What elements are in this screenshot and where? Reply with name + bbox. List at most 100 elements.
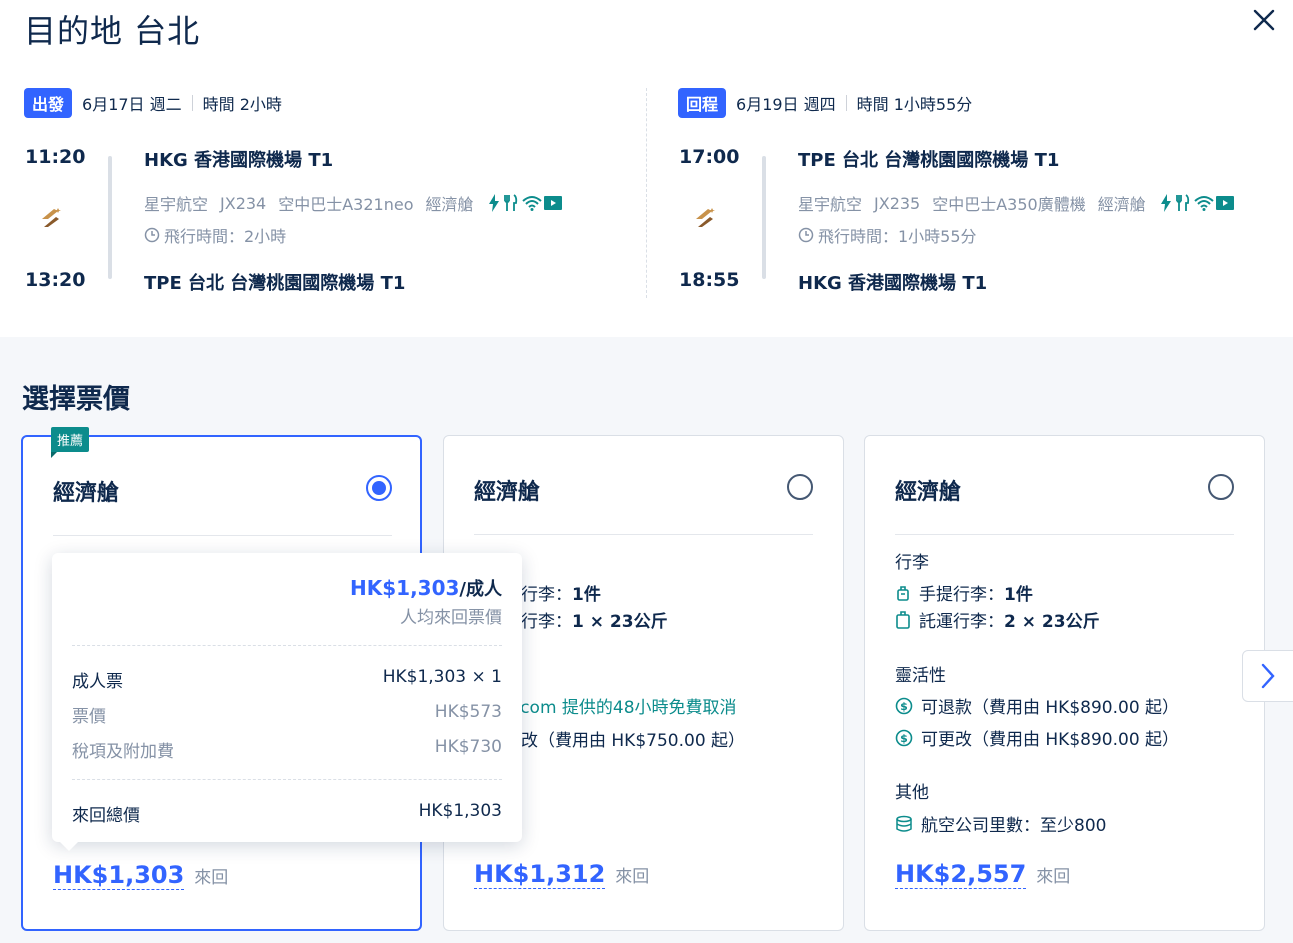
- checked-bag-value: 2 × 23公斤: [1004, 612, 1100, 632]
- return-duration: 時間 1小時55分: [856, 95, 973, 114]
- flight-info: 星宇航空 JX235 空中巴士A350廣體機 經濟艙: [798, 191, 1246, 215]
- flight-time-text: 飛行時間：2小時: [164, 227, 287, 246]
- fare-card-title: 經濟艙: [895, 480, 962, 505]
- divider: [72, 645, 502, 646]
- fares-title: 選擇票價: [22, 384, 130, 415]
- airline-logo-icon: [696, 208, 715, 227]
- miles-text: 航空公司里數：至少800: [921, 816, 1107, 836]
- amenities: [1160, 194, 1234, 212]
- carry-on-label: 手提行李：: [919, 585, 1004, 605]
- tooltip-price-unit: /成人: [459, 579, 502, 600]
- fare-price-value[interactable]: HK$1,312: [474, 860, 606, 889]
- next-fares-button[interactable]: [1242, 650, 1293, 702]
- fare-price-unit: 來回: [194, 868, 229, 888]
- leg-header: 回程 6月19日 週四 時間 1小時55分: [678, 88, 1278, 118]
- outbound-leg: 出發 6月17日 週二 時間 2小時 11:20 HKG 香港國際機場 T1 星…: [24, 88, 624, 303]
- fare-price-value[interactable]: HK$2,557: [895, 860, 1027, 889]
- fare-price[interactable]: HK$2,557 來回: [895, 860, 1070, 889]
- tooltip-price-value: HK$1,303: [350, 576, 460, 600]
- svg-text:$: $: [900, 732, 908, 745]
- departure-time: 17:00: [679, 146, 740, 168]
- divider: [72, 779, 502, 780]
- divider: [53, 535, 392, 536]
- fare-radio[interactable]: [1208, 474, 1234, 500]
- tooltip-note: 人均來回票價: [400, 608, 502, 628]
- fare-price-unit: 來回: [615, 867, 650, 887]
- fare-price-unit: 來回: [1036, 867, 1071, 887]
- total-label: 來回總價: [72, 806, 140, 826]
- return-tag: 回程: [678, 88, 727, 118]
- fare-price[interactable]: HK$1,312 來回: [474, 860, 649, 889]
- fare-radio-selected[interactable]: [366, 475, 392, 501]
- departure-airport: HKG 香港國際機場 T1: [144, 150, 334, 171]
- page-title: 目的地 台北: [24, 12, 201, 50]
- flight-info: 星宇航空 JX234 空中巴士A321neo 經濟艙: [144, 191, 574, 215]
- refund-row: $ 可退款（費用由 HK$890.00 起）: [895, 693, 1179, 718]
- checked-bag-row: 運行李： 1 × 23公斤: [504, 607, 668, 632]
- carry-on-value: 1件: [572, 585, 601, 605]
- fare-radio[interactable]: [787, 474, 813, 500]
- cabin-class: 經濟艙: [1097, 195, 1146, 214]
- change-text: 更改（費用由 HK$750.00 起）: [504, 731, 746, 751]
- fare-row: 票價 HK$573: [72, 702, 502, 727]
- adult-ticket-value: HK$1,303 × 1: [382, 667, 502, 687]
- arrival-airport: HKG 香港國際機場 T1: [798, 273, 988, 294]
- fare-card-title: 經濟艙: [53, 481, 120, 506]
- miles-row: 航空公司里數：至少800: [895, 811, 1106, 836]
- change-row: $ 可更改（費用由 HK$890.00 起）: [895, 725, 1179, 750]
- carry-on-bag-icon: [897, 585, 909, 601]
- change-text: 可更改（費用由 HK$890.00 起）: [921, 730, 1180, 750]
- airline-logo-icon: [42, 208, 61, 227]
- airline-name: 星宇航空: [144, 195, 209, 214]
- recommended-badge: 推薦: [51, 427, 90, 458]
- flight-number: JX234: [220, 193, 267, 213]
- flight-time: 飛行時間：2小時: [144, 223, 286, 247]
- clock-icon: [144, 227, 160, 243]
- fare-price-value[interactable]: HK$1,303: [53, 861, 185, 890]
- timeline-bar: [762, 156, 766, 279]
- fare-price[interactable]: HK$1,303 來回: [53, 861, 228, 890]
- meal-icon: [503, 194, 517, 211]
- wifi-icon: [521, 196, 542, 211]
- fare-value: HK$573: [434, 702, 502, 722]
- separator: [191, 95, 193, 111]
- wifi-icon: [1194, 196, 1214, 211]
- airline-name: 星宇航空: [798, 195, 863, 214]
- adult-ticket-row: 成人票 HK$1,303 × 1: [72, 667, 502, 692]
- total-row: 來回總價 HK$1,303: [72, 801, 502, 826]
- chevron-right-icon: [1261, 663, 1275, 689]
- free-cancel-text: p.com 提供的48小時免費取消: [504, 698, 737, 718]
- outbound-date: 6月17日 週二: [82, 95, 182, 114]
- return-date: 6月19日 週四: [736, 95, 836, 114]
- meal-icon: [1175, 194, 1189, 211]
- dollar-icon: $: [895, 729, 913, 746]
- change-row: 更改（費用由 HK$750.00 起）: [504, 726, 745, 751]
- fare-label: 票價: [72, 707, 106, 727]
- price-breakdown-tooltip: HK$1,303/成人 人均來回票價 成人票 HK$1,303 × 1 票價 H…: [52, 553, 522, 851]
- flex-heading: 靈活性: [895, 666, 946, 686]
- departure-airport: TPE 台北 台灣桃園國際機場 T1: [798, 150, 1060, 171]
- tax-label: 稅項及附加費: [72, 742, 174, 762]
- timeline-bar: [108, 156, 112, 279]
- carry-on-value: 1件: [1004, 585, 1033, 605]
- checked-bag-row: 託運行李： 2 × 23公斤: [895, 607, 1100, 632]
- arrival-airport: TPE 台北 台灣桃園國際機場 T1: [144, 273, 406, 294]
- carry-on-row: 手提行李： 1件: [895, 580, 1033, 605]
- leg-divider: [646, 88, 647, 298]
- adult-ticket-label: 成人票: [72, 672, 123, 692]
- svg-text:$: $: [900, 700, 908, 713]
- close-icon[interactable]: [1248, 4, 1280, 36]
- arrival-time: 13:20: [25, 269, 86, 291]
- checked-bag-value: 1 × 23公斤: [572, 612, 668, 632]
- checked-bag-label: 託運行李：: [919, 612, 1004, 632]
- fare-card-title: 經濟艙: [474, 480, 541, 505]
- baggage-heading: 行李: [895, 553, 929, 573]
- power-icon: [1160, 194, 1171, 212]
- flight-time-text: 飛行時間：1小時55分: [818, 227, 977, 246]
- aircraft-type: 空中巴士A350廣體機: [932, 195, 1086, 214]
- tax-row: 稅項及附加費 HK$730: [72, 737, 502, 762]
- return-leg: 回程 6月19日 週四 時間 1小時55分 17:00 TPE 台北 台灣桃園國…: [678, 88, 1278, 303]
- leg-header: 出發 6月17日 週二 時間 2小時: [24, 88, 624, 118]
- outbound-duration: 時間 2小時: [202, 95, 282, 114]
- fare-card-3[interactable]: 經濟艙 行李 手提行李： 1件 託運行李： 2 × 23公斤 靈活性 $ 可退款（費…: [864, 435, 1265, 931]
